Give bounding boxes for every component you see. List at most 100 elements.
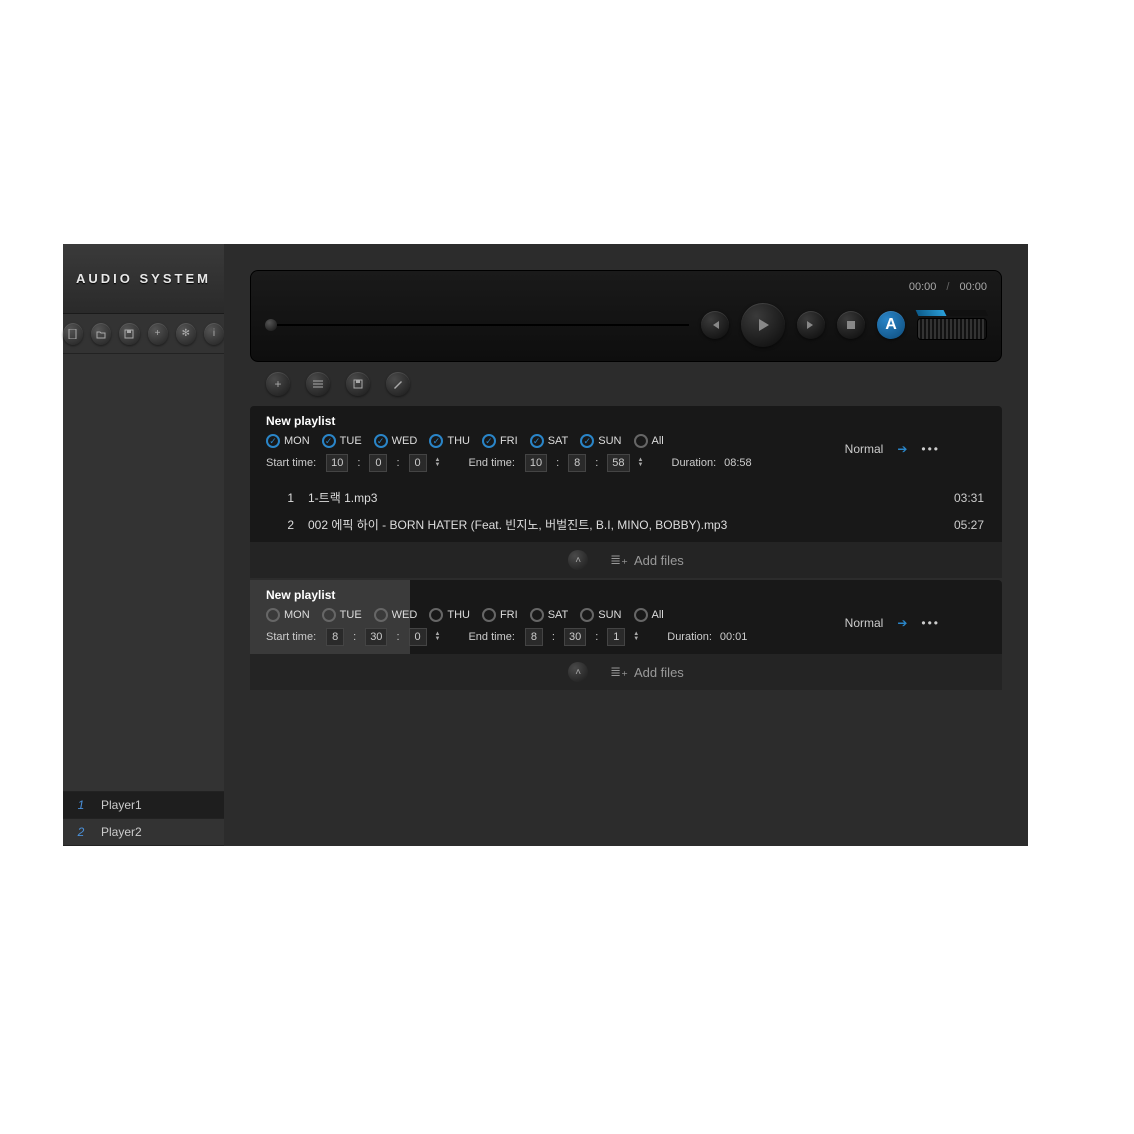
- start-s[interactable]: 0: [409, 454, 427, 472]
- player-name: Player1: [101, 798, 142, 812]
- collapse-button[interactable]: ˄: [568, 662, 588, 682]
- playlist-add-button[interactable]: +: [266, 372, 290, 396]
- time-sep: /: [946, 281, 949, 293]
- track-row[interactable]: 2 002 에픽 하이 - BORN HATER (Feat. 빈지노, 버벌진…: [250, 511, 1002, 538]
- stop-button[interactable]: [837, 311, 865, 339]
- start-spinner[interactable]: ▲▼: [435, 458, 441, 468]
- playlist-list-button[interactable]: [306, 372, 330, 396]
- track-num: 2: [268, 518, 294, 532]
- seek-track: [265, 324, 689, 326]
- start-h[interactable]: 10: [326, 454, 348, 472]
- day-thu-checkbox[interactable]: [429, 608, 443, 622]
- end-m[interactable]: 30: [564, 628, 586, 646]
- track-row[interactable]: 1 1-트랙 1.mp3 03:31: [250, 484, 1002, 511]
- start-m[interactable]: 0: [369, 454, 387, 472]
- more-icon[interactable]: •••: [921, 442, 940, 456]
- duration-value: 00:01: [720, 631, 748, 643]
- day-sun-checkbox[interactable]: [580, 434, 594, 448]
- playlist-mode-controls: Normal ➔ •••: [845, 442, 940, 456]
- time-total: 00:00: [959, 281, 987, 293]
- player-item-1[interactable]: 1 Player1: [63, 792, 224, 819]
- duration-value: 08:58: [724, 457, 752, 469]
- end-s[interactable]: 58: [607, 454, 629, 472]
- playlist-edit-button[interactable]: [386, 372, 410, 396]
- day-mon-checkbox[interactable]: [266, 434, 280, 448]
- time-current: 00:00: [909, 281, 937, 293]
- more-icon[interactable]: •••: [921, 616, 940, 630]
- playlist-header: New playlist MON TUE WED THU FRI SAT SUN…: [250, 406, 1002, 480]
- seek-bar[interactable]: [265, 321, 689, 329]
- open-button[interactable]: [91, 323, 111, 345]
- player-num: 2: [75, 825, 87, 839]
- end-spinner[interactable]: ▲▼: [638, 458, 644, 468]
- a-button[interactable]: A: [877, 311, 905, 339]
- end-s[interactable]: 1: [607, 628, 625, 646]
- prev-button[interactable]: [701, 311, 729, 339]
- info-button[interactable]: i: [204, 323, 224, 345]
- day-all-checkbox[interactable]: [634, 608, 648, 622]
- end-label: End time:: [468, 631, 514, 643]
- end-h[interactable]: 10: [525, 454, 547, 472]
- seek-knob[interactable]: [265, 319, 277, 331]
- end-h[interactable]: 8: [525, 628, 543, 646]
- start-label: Start time:: [266, 631, 316, 643]
- volume-control[interactable]: [917, 310, 987, 340]
- main-area: 00:00 / 00:00 A +: [224, 244, 1028, 846]
- track-num: 1: [268, 491, 294, 505]
- add-files-icon: ≣₊: [610, 664, 628, 680]
- arrow-right-icon[interactable]: ➔: [897, 616, 907, 630]
- playlist-header: New playlist MON TUE WED THU FRI SAT SUN…: [250, 580, 1002, 654]
- collapse-button[interactable]: ˄: [568, 550, 588, 570]
- sidebar-mid: [63, 354, 224, 791]
- add-files-icon: ≣₊: [610, 552, 628, 568]
- playlist-footer: ˄ ≣₊ Add files: [250, 542, 1002, 578]
- add-button[interactable]: +: [148, 323, 168, 345]
- day-tue-checkbox[interactable]: [322, 434, 336, 448]
- day-tue-checkbox[interactable]: [322, 608, 336, 622]
- day-sat-checkbox[interactable]: [530, 608, 544, 622]
- day-wed-checkbox[interactable]: [374, 608, 388, 622]
- player-panel: 00:00 / 00:00 A: [250, 270, 1002, 362]
- playlist-1: New playlist MON TUE WED THU FRI SAT SUN…: [250, 406, 1002, 578]
- day-thu-checkbox[interactable]: [429, 434, 443, 448]
- day-sat-checkbox[interactable]: [530, 434, 544, 448]
- day-sun-checkbox[interactable]: [580, 608, 594, 622]
- end-m[interactable]: 8: [568, 454, 586, 472]
- end-label: End time:: [468, 457, 514, 469]
- playlist-title[interactable]: New playlist: [266, 588, 986, 602]
- playlist-2: New playlist MON TUE WED THU FRI SAT SUN…: [250, 580, 1002, 690]
- settings-button[interactable]: ✻: [176, 323, 196, 345]
- start-label: Start time:: [266, 457, 316, 469]
- duration-label: Duration:: [667, 631, 712, 643]
- start-s[interactable]: 0: [409, 628, 427, 646]
- playlist-save-button[interactable]: [346, 372, 370, 396]
- day-mon-checkbox[interactable]: [266, 608, 280, 622]
- player-item-2[interactable]: 2 Player2: [63, 819, 224, 846]
- day-fri-checkbox[interactable]: [482, 434, 496, 448]
- duration-label: Duration:: [672, 457, 717, 469]
- save-button[interactable]: [119, 323, 139, 345]
- volume-dial[interactable]: [917, 318, 987, 340]
- arrow-right-icon[interactable]: ➔: [897, 442, 907, 456]
- next-button[interactable]: [797, 311, 825, 339]
- day-fri-checkbox[interactable]: [482, 608, 496, 622]
- day-wed-checkbox[interactable]: [374, 434, 388, 448]
- volume-level-indicator: [916, 310, 989, 316]
- playlist-mode[interactable]: Normal: [845, 616, 884, 630]
- playlist-mode[interactable]: Normal: [845, 442, 884, 456]
- start-spinner[interactable]: ▲▼: [435, 632, 441, 642]
- add-files-button[interactable]: ≣₊ Add files: [610, 552, 684, 568]
- start-m[interactable]: 30: [365, 628, 387, 646]
- player-num: 1: [75, 798, 87, 812]
- play-button[interactable]: [741, 303, 785, 347]
- day-all-checkbox[interactable]: [634, 434, 648, 448]
- new-file-button[interactable]: [63, 323, 83, 345]
- player-name: Player2: [101, 825, 142, 839]
- playlist-toolbar: +: [250, 362, 1002, 406]
- start-h[interactable]: 8: [326, 628, 344, 646]
- playlist-title[interactable]: New playlist: [266, 414, 986, 428]
- add-files-button[interactable]: ≣₊ Add files: [610, 664, 684, 680]
- sidebar-header: AUDIO SYSTEM: [63, 244, 224, 314]
- sidebar: AUDIO SYSTEM + ✻ i 1 Player1 2 Player2: [63, 244, 224, 846]
- end-spinner[interactable]: ▲▼: [633, 632, 639, 642]
